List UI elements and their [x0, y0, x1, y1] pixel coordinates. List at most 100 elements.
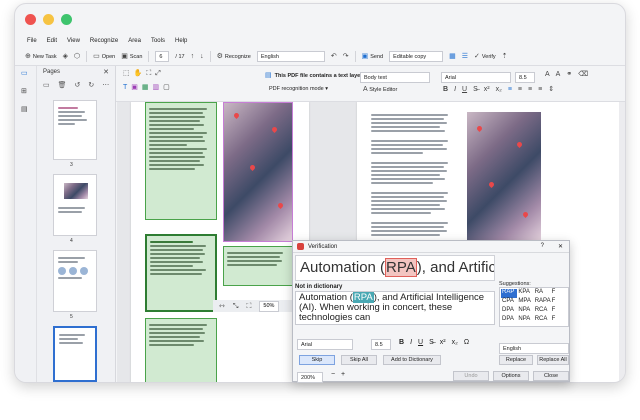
- decrease-font-icon[interactable]: A: [556, 71, 561, 78]
- suggestion-item[interactable]: F: [551, 289, 567, 298]
- zoom-out-icon[interactable]: −: [331, 371, 335, 378]
- font-size-select[interactable]: 8.5: [515, 72, 535, 83]
- rotate-right-icon[interactable]: ↻: [88, 81, 94, 89]
- page-thumbnail-6[interactable]: [53, 326, 97, 382]
- select-area-icon[interactable]: ⬚: [123, 70, 130, 77]
- page-number-input[interactable]: 6: [155, 51, 170, 62]
- barcode-area-icon[interactable]: ▥: [153, 84, 160, 91]
- strikethrough-icon[interactable]: S̶: [429, 339, 434, 346]
- text-view-icon[interactable]: ☰: [462, 53, 468, 60]
- menu-recognize[interactable]: Recognize: [90, 38, 118, 44]
- redo-icon[interactable]: ↷: [343, 53, 349, 60]
- text-area-icon[interactable]: T: [123, 84, 127, 91]
- menu-view[interactable]: View: [67, 38, 80, 44]
- suggestion-item[interactable]: RCA: [534, 307, 551, 316]
- image-panel-icon[interactable]: ▤: [21, 106, 28, 113]
- arrow-down-icon[interactable]: ↓: [200, 53, 204, 60]
- undo-button[interactable]: Undo: [453, 371, 489, 381]
- more-icon[interactable]: ⋯: [102, 81, 109, 89]
- fit-width-icon[interactable]: ⇿: [219, 303, 225, 310]
- layers-icon[interactable]: ◈: [63, 53, 68, 60]
- omega-icon[interactable]: Ω: [464, 339, 469, 346]
- spacing-icon[interactable]: ⇕: [548, 86, 554, 93]
- zoom-field[interactable]: 50%: [259, 300, 280, 312]
- page-thumbnail-4[interactable]: [53, 174, 97, 236]
- link-icon[interactable]: ⚭: [566, 71, 572, 78]
- dialog-font-select[interactable]: Arial: [297, 339, 353, 350]
- page-view-icon[interactable]: ▦: [449, 53, 456, 60]
- cube-icon[interactable]: ⬡: [74, 53, 80, 60]
- suggestion-item[interactable]: CPA: [501, 298, 517, 307]
- text-direction-icon[interactable]: ⇡: [502, 53, 508, 60]
- recognition-mode-dropdown[interactable]: PDF recognition mode ▾: [269, 86, 328, 92]
- page-thumbnail-5[interactable]: [53, 250, 97, 312]
- language-select[interactable]: English: [256, 51, 325, 62]
- increase-font-icon[interactable]: A: [545, 71, 550, 78]
- suggestion-item[interactable]: NPA: [517, 307, 533, 316]
- menu-help[interactable]: Help: [175, 38, 187, 44]
- background-area-icon[interactable]: ▢: [163, 84, 170, 91]
- verification-edit-box[interactable]: Automation (RPA), and Artificial Intelli…: [295, 291, 495, 325]
- eraser-icon[interactable]: ⌫: [578, 71, 588, 78]
- bold-icon[interactable]: B: [399, 339, 404, 346]
- underline-icon[interactable]: U: [418, 339, 423, 346]
- page-thumbnail-3[interactable]: [53, 100, 97, 160]
- rotate-left-icon[interactable]: ↺: [75, 81, 81, 89]
- suggestions-list[interactable]: RAP KPA RA F CPA MPA RAPA F DPA NPA RCA …: [499, 287, 569, 327]
- strikethrough-icon[interactable]: S̶: [473, 86, 478, 93]
- recognize-button[interactable]: ⚙ Recognize: [217, 53, 251, 60]
- text-area-block-bottom[interactable]: [145, 318, 217, 382]
- resize-icon[interactable]: ⤢: [155, 70, 161, 77]
- align-right-icon[interactable]: ≡: [528, 86, 532, 93]
- dialog-size-select[interactable]: 8.5: [371, 339, 391, 350]
- skip-button[interactable]: Skip: [299, 355, 335, 365]
- options-button[interactable]: Options: [493, 371, 529, 381]
- open-button[interactable]: ▭ Open: [93, 53, 115, 60]
- dictionary-language-select[interactable]: English: [499, 343, 569, 354]
- vertical-scrollbar[interactable]: [619, 102, 625, 382]
- italic-icon[interactable]: I: [454, 86, 456, 93]
- send-button[interactable]: ▣ Send: [362, 53, 383, 60]
- crop-icon[interactable]: ⛶: [146, 70, 151, 77]
- picture-area-icon[interactable]: ▣: [131, 84, 138, 91]
- suggestion-item[interactable]: KPA: [517, 289, 533, 298]
- verify-button[interactable]: ✓ Verify: [474, 53, 496, 60]
- bold-icon[interactable]: B: [443, 86, 448, 93]
- justify-icon[interactable]: ≡: [538, 86, 542, 93]
- selected-text-area[interactable]: [145, 234, 217, 312]
- suggestion-item[interactable]: F: [551, 307, 567, 316]
- style-editor-button[interactable]: A Style Editor: [363, 86, 397, 93]
- arrow-up-icon[interactable]: ↑: [191, 53, 195, 60]
- align-left-icon[interactable]: ≡: [508, 86, 512, 93]
- suggestion-item[interactable]: F: [551, 316, 567, 325]
- superscript-icon[interactable]: x²: [484, 86, 490, 93]
- suggestion-item[interactable]: DPA: [501, 316, 517, 325]
- pages-panel-icon[interactable]: ▭: [21, 70, 28, 77]
- add-to-dictionary-button[interactable]: Add to Dictionary: [383, 355, 441, 365]
- replace-button[interactable]: Replace: [499, 355, 533, 365]
- paragraph-style-select[interactable]: Body text: [360, 72, 430, 83]
- suggestion-item[interactable]: MPA: [517, 298, 533, 307]
- subscript-icon[interactable]: x₂: [452, 339, 458, 346]
- suggestion-item[interactable]: DPA: [501, 307, 517, 316]
- subscript-icon[interactable]: x₂: [496, 86, 502, 93]
- menu-tools[interactable]: Tools: [151, 38, 165, 44]
- mode-select[interactable]: Editable copy: [389, 51, 444, 62]
- close-button[interactable]: Close: [533, 371, 569, 381]
- skip-all-button[interactable]: Skip All: [341, 355, 377, 365]
- maximize-window-button[interactable]: [61, 13, 72, 25]
- zoom-in-icon[interactable]: +: [341, 371, 345, 378]
- text-area-block[interactable]: [145, 102, 217, 220]
- suggestion-item[interactable]: RAPA: [534, 298, 551, 307]
- hand-icon[interactable]: ✋: [134, 70, 143, 77]
- menu-file[interactable]: File: [27, 38, 37, 44]
- zoom-panel-icon[interactable]: ⊞: [21, 88, 27, 95]
- underline-icon[interactable]: U: [462, 86, 467, 93]
- scan-button[interactable]: ▣ Scan: [121, 53, 142, 60]
- table-area-icon[interactable]: ▦: [142, 84, 149, 91]
- menu-edit[interactable]: Edit: [47, 38, 57, 44]
- font-select[interactable]: Arial: [441, 72, 511, 83]
- caption-area[interactable]: [223, 246, 293, 286]
- delete-icon[interactable]: 🗑: [58, 81, 67, 89]
- suggestion-item[interactable]: RCA: [534, 316, 551, 325]
